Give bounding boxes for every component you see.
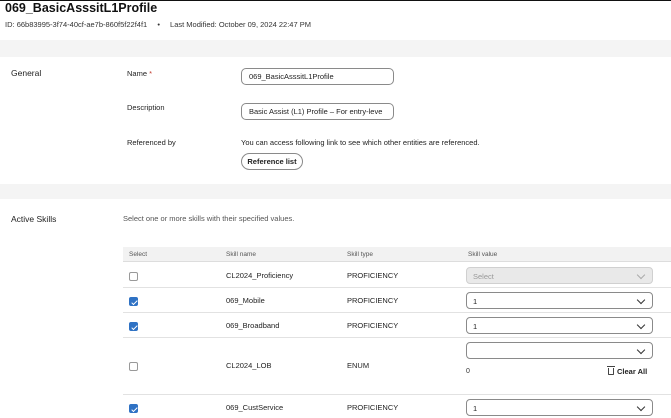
skill-name: 069_Mobile: [226, 296, 265, 305]
row-checkbox[interactable]: [129, 322, 138, 331]
description-input[interactable]: [241, 103, 394, 120]
skill-name: CL2024_LOB: [226, 361, 272, 370]
skill-name: 069_CustService: [226, 403, 284, 412]
id-value: 66b83995-3f74-40cf-ae7b-860f5f22f4f1: [16, 20, 148, 29]
reference-list-button[interactable]: Reference list: [241, 153, 303, 170]
name-input[interactable]: [241, 68, 394, 85]
chevron-down-icon: [636, 345, 646, 355]
row-checkbox[interactable]: [129, 404, 138, 413]
skill-value-multiselect[interactable]: [466, 342, 653, 359]
required-marker: *: [149, 69, 153, 78]
skill-value: 1: [473, 297, 478, 306]
page-header: 069_BasicAsssitL1Profile ID: 66b83995-3f…: [0, 0, 671, 40]
row-checkbox[interactable]: [129, 362, 138, 371]
selected-count: 0: [466, 368, 470, 375]
table-row: CL2024_LOB ENUM 0 Clear All: [123, 338, 671, 395]
active-skills-section: Active Skills Select one or more skills …: [0, 199, 671, 418]
referenced-by-label: Referenced by: [127, 138, 176, 147]
skill-name: CL2024_Proficiency: [226, 271, 294, 280]
skill-value: 1: [473, 322, 478, 331]
table-row: 069_Mobile PROFICIENCY 1: [123, 288, 671, 313]
description-label: Description: [127, 103, 165, 112]
row-checkbox[interactable]: [129, 297, 138, 306]
skill-type: PROFICIENCY: [347, 271, 399, 280]
chevron-down-icon: [636, 295, 646, 305]
meta-separator: •: [157, 20, 160, 29]
column-skill-type: Skill type: [347, 251, 374, 258]
page-meta: ID: 66b83995-3f74-40cf-ae7b-860f5f22f4f1…: [5, 20, 311, 29]
table-row: 069_Broadband PROFICIENCY 1: [123, 313, 671, 338]
clear-all-button[interactable]: Clear All: [607, 366, 648, 376]
skill-value-select: Select: [466, 267, 653, 284]
clear-all-label: Clear All: [617, 367, 648, 376]
page-title: 069_BasicAsssitL1Profile: [5, 1, 158, 15]
profile-page: 069_BasicAsssitL1Profile ID: 66b83995-3f…: [0, 0, 671, 418]
table-row: CL2024_Proficiency PROFICIENCY Select: [123, 263, 671, 288]
row-checkbox[interactable]: [129, 272, 138, 281]
skills-table-header: Select Skill name Skill type Skill value: [123, 247, 671, 262]
skill-value: 1: [473, 404, 478, 413]
table-row: 069_CustService PROFICIENCY 1: [123, 395, 671, 418]
last-modified-label: Last Modified:: [170, 20, 217, 29]
skill-name: 069_Broadband: [226, 321, 280, 330]
id-label: ID:: [5, 20, 15, 29]
general-section-label: General: [11, 68, 42, 78]
skills-hint: Select one or more skills with their spe…: [123, 214, 295, 223]
skill-type: PROFICIENCY: [347, 403, 399, 412]
trash-icon: [607, 366, 615, 375]
skill-type: PROFICIENCY: [347, 321, 399, 330]
name-label-text: Name: [127, 69, 148, 78]
skill-type: PROFICIENCY: [347, 296, 399, 305]
column-select: Select: [129, 251, 148, 258]
column-skill-value: Skill value: [468, 251, 498, 258]
active-skills-label: Active Skills: [11, 214, 57, 224]
skill-value-select[interactable]: 1: [466, 317, 653, 334]
skill-value-select[interactable]: 1: [466, 292, 653, 309]
skill-value: Select: [473, 272, 494, 281]
skill-type: ENUM: [347, 361, 370, 370]
chevron-down-icon: [636, 320, 646, 330]
column-skill-name: Skill name: [226, 251, 256, 258]
name-label: Name *: [127, 69, 152, 78]
general-section: General Name * Description Referenced by…: [0, 57, 671, 184]
chevron-down-icon: [636, 402, 646, 412]
last-modified-value: October 09, 2024 22:47 PM: [218, 20, 311, 29]
chevron-down-icon: [636, 270, 646, 280]
referenced-by-text: You can access following link to see whi…: [241, 138, 480, 147]
skill-value-select[interactable]: 1: [466, 399, 653, 416]
